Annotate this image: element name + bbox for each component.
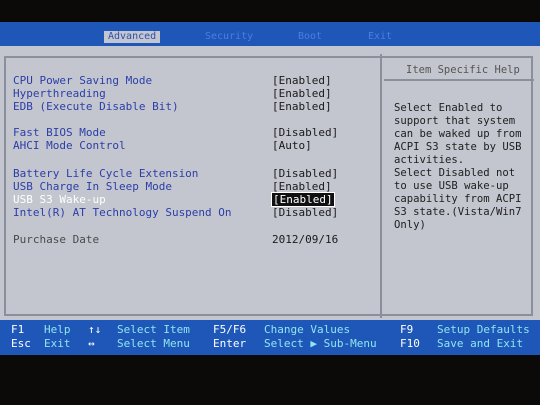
enter-key: Enter — [213, 337, 247, 350]
purchase-date-value: 2012/09/16 — [272, 233, 339, 246]
enter-desc: Select ▶ Sub-Menu — [264, 337, 377, 350]
option-battery-life-cycle[interactable]: Battery Life Cycle Extension — [13, 167, 198, 180]
value-hyperthreading[interactable]: [Enabled] — [272, 87, 332, 100]
f5f6-key: F5/F6 — [213, 323, 247, 336]
value-battery-life-cycle[interactable]: [Disabled] — [272, 167, 338, 180]
f5f6-desc: Change Values — [264, 323, 351, 336]
value-usb-charge-sleep[interactable]: [Enabled] — [272, 180, 332, 193]
tab-advanced[interactable]: Advanced — [104, 31, 161, 43]
help-title: Item Specific Help — [406, 64, 520, 76]
tab-security[interactable]: Security — [205, 31, 253, 43]
f1-key: F1 — [11, 323, 25, 336]
value-usb-s3-wakeup[interactable]: [Enabled] — [271, 192, 335, 207]
esc-desc: Exit — [44, 337, 71, 350]
esc-key: Esc — [11, 337, 31, 350]
help-text: Select Enabled to support that system ca… — [394, 102, 522, 231]
value-intel-at-suspend[interactable]: [Disabled] — [272, 206, 338, 219]
purchase-date-label: Purchase Date — [13, 233, 100, 246]
option-usb-s3-wakeup[interactable]: USB S3 Wake-up — [13, 193, 106, 206]
tab-boot[interactable]: Boot — [298, 31, 322, 43]
updown-desc: Select Item — [117, 323, 190, 336]
value-cpu-power-saving[interactable]: [Enabled] — [272, 74, 332, 87]
option-usb-charge-sleep[interactable]: USB Charge In Sleep Mode — [13, 180, 172, 193]
menu-bar: Advanced Security Boot Exit — [0, 22, 540, 46]
value-execute-disable-bit[interactable]: [Enabled] — [272, 100, 332, 113]
help-title-underline — [384, 79, 534, 81]
option-execute-disable-bit[interactable]: EDB (Execute Disable Bit) — [13, 100, 179, 113]
value-ahci-mode-control[interactable]: [Auto] — [272, 139, 312, 152]
up-down-arrows-icon: ↑↓ — [88, 323, 102, 336]
option-fast-bios-mode[interactable]: Fast BIOS Mode — [13, 126, 106, 139]
f9-desc: Setup Defaults — [437, 323, 530, 336]
option-cpu-power-saving[interactable]: CPU Power Saving Mode — [13, 74, 152, 87]
option-intel-at-suspend[interactable]: Intel(R) AT Technology Suspend On — [13, 206, 232, 219]
value-fast-bios-mode[interactable]: [Disabled] — [272, 126, 338, 139]
bios-screen: Advanced Security Boot Exit Item Specifi… — [0, 22, 540, 355]
f10-desc: Save and Exit — [437, 337, 524, 350]
f9-key: F9 — [400, 323, 414, 336]
left-right-arrow-icon: ↔ — [88, 337, 95, 350]
tab-exit[interactable]: Exit — [368, 31, 392, 43]
panel-divider — [380, 54, 382, 318]
option-hyperthreading[interactable]: Hyperthreading — [13, 87, 106, 100]
f1-desc: Help — [44, 323, 71, 336]
option-ahci-mode-control[interactable]: AHCI Mode Control — [13, 139, 126, 152]
key-help-bar: F1 Help Esc Exit ↑↓ Select Item ↔ Select… — [0, 320, 540, 355]
f10-key: F10 — [400, 337, 420, 350]
lr-desc: Select Menu — [117, 337, 190, 350]
